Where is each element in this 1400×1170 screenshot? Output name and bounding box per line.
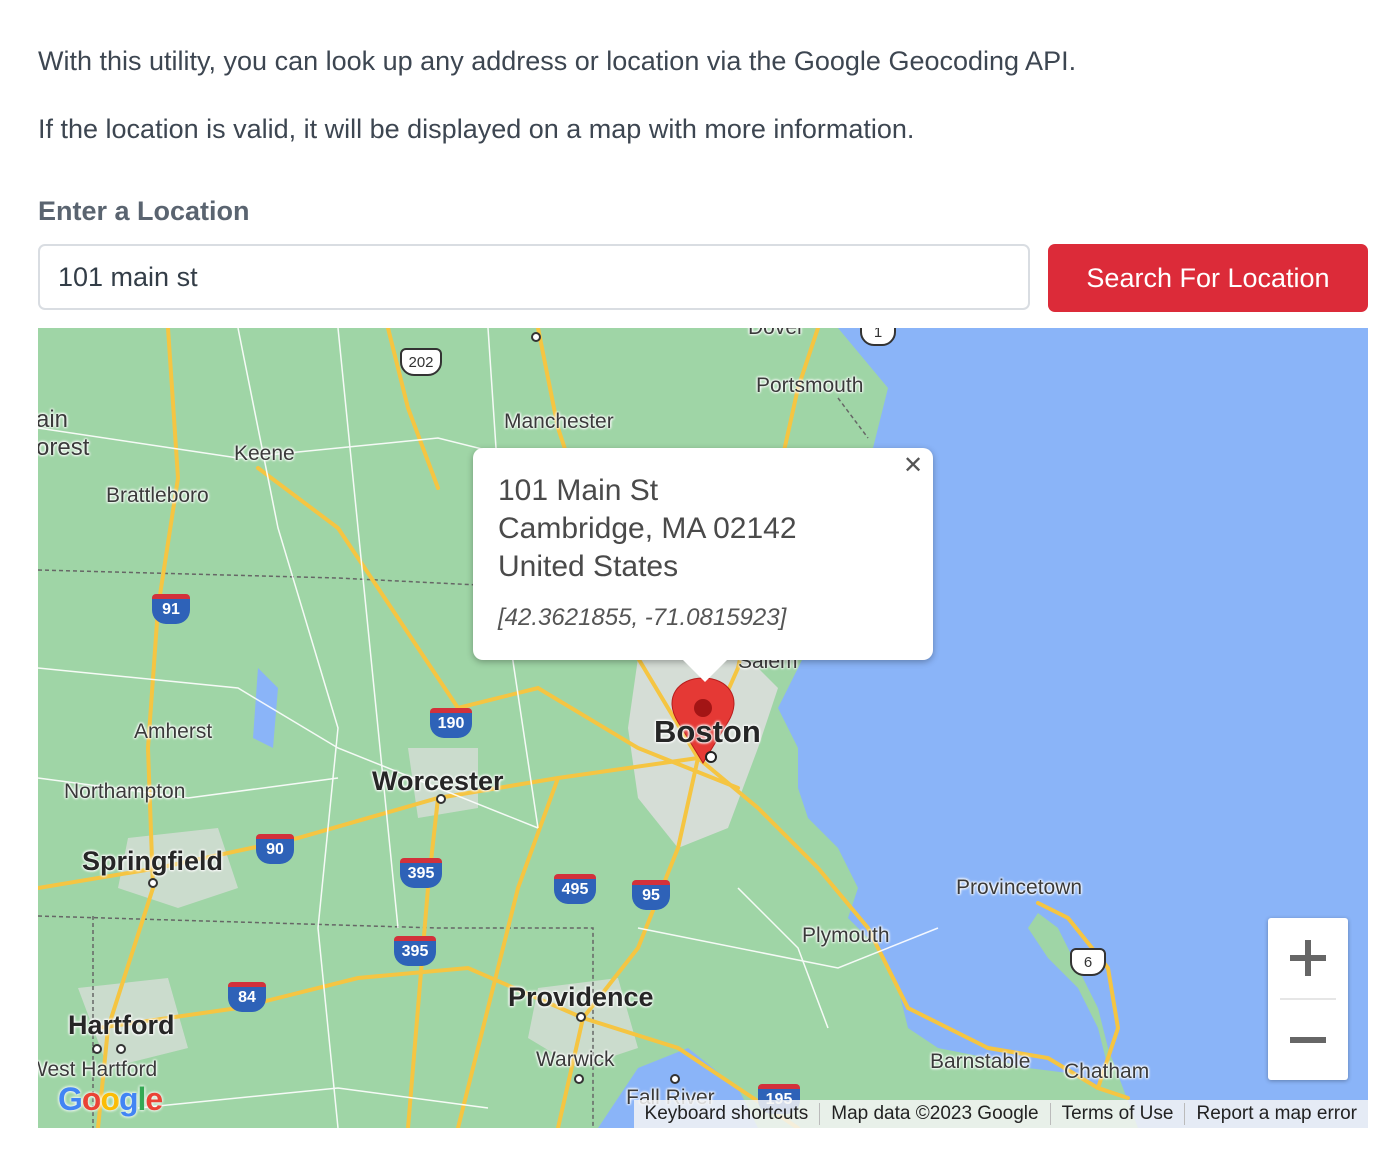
minus-icon [1290,1037,1326,1043]
city-dot [436,794,446,804]
interstate-190-shield: 190 [430,708,472,738]
info-street: 101 Main St [498,474,659,507]
interstate-495-shield: 495 [554,874,596,904]
intro-text-2: If the location is valid, it will be dis… [38,114,915,144]
place-provincetown: Provincetown [956,876,1083,899]
place-hartford: Hartford [68,1010,175,1040]
search-for-location-button[interactable]: Search For Location [1048,244,1368,312]
place-ain: ain [38,406,69,433]
place-dover: Dover [748,328,804,340]
place-springfield: Springfield [82,846,223,876]
place-orest: orest [38,434,90,461]
intro-text-1: With this utility, you can look up any a… [38,46,1077,76]
place-portsmouth: Portsmouth [756,374,864,397]
city-dot [574,1074,584,1084]
city-dot [531,332,541,342]
city-dot [92,1044,102,1054]
interstate-91-shield: 91 [152,594,190,624]
terms-of-use-link[interactable]: Terms of Use [1049,1103,1185,1125]
place-keene: Keene [234,442,295,465]
zoom-in-button[interactable] [1268,918,1348,998]
keyboard-shortcuts-link[interactable]: Keyboard shortcuts [634,1103,820,1125]
city-dot [116,1044,126,1054]
info-window: ✕ 101 Main St Cambridge, MA 02142 United… [473,448,933,682]
place-barnstable: Barnstable [930,1050,1031,1073]
interstate-395-shield: 395 [400,858,442,888]
place-worcester: Worcester [372,766,504,796]
us-6-shield: 6 [1070,948,1106,976]
info-country: United States [498,550,679,583]
city-dot [670,1074,680,1084]
interstate-90-shield: 90 [256,834,294,864]
close-icon[interactable]: ✕ [901,454,925,478]
place-west-hartford: West Hartford [38,1058,158,1081]
zoom-out-button[interactable] [1268,1000,1348,1080]
us-202-shield: 202 [400,348,442,376]
map[interactable]: Dover Portsmouth Manchester Keene Brattl… [38,328,1368,1128]
zoom-control [1268,918,1348,1080]
info-city: Cambridge, MA 02142 [498,512,797,545]
place-providence: Providence [508,982,654,1012]
location-input[interactable] [38,244,1030,310]
place-warwick: Warwick [536,1048,615,1071]
map-attribution: Keyboard shortcuts Map data ©2023 Google… [633,1100,1368,1128]
map-data-text: Map data ©2023 Google [819,1103,1049,1125]
place-northampton: Northampton [64,780,186,803]
city-dot [148,878,158,888]
place-manchester: Manchester [504,410,614,433]
place-plymouth: Plymouth [802,924,890,947]
city-dot [576,1012,586,1022]
interstate-84-shield: 84 [228,982,266,1012]
place-brattleboro: Brattleboro [106,484,209,507]
interstate-95-shield: 95 [632,880,670,910]
location-label: Enter a Location [38,196,250,226]
place-chatham: Chatham [1064,1060,1150,1083]
place-amherst: Amherst [134,720,213,743]
google-logo[interactable]: Google [58,1081,163,1118]
report-map-error-link[interactable]: Report a map error [1184,1103,1368,1125]
info-coordinates: [42.3621855, -71.0815923] [498,604,787,631]
interstate-395-shield-south: 395 [394,936,436,966]
plus-icon [1290,940,1326,976]
place-boston: Boston [654,714,761,749]
